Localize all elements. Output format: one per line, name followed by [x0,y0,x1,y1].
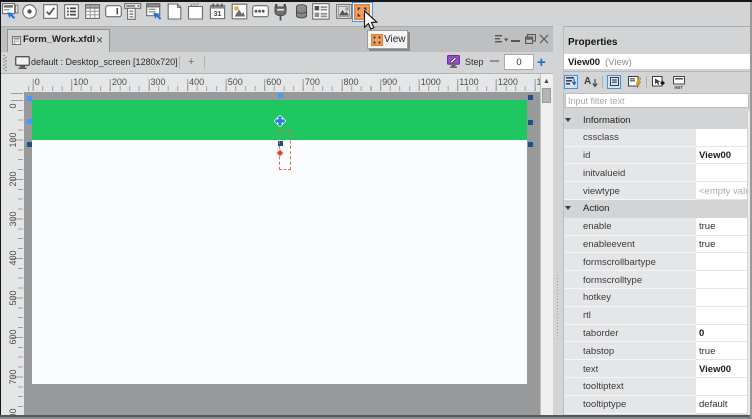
svg-text:XYZ: XYZ [190,3,199,7]
svg-text:INIT: INIT [674,85,683,89]
svg-text:31: 31 [213,11,221,18]
